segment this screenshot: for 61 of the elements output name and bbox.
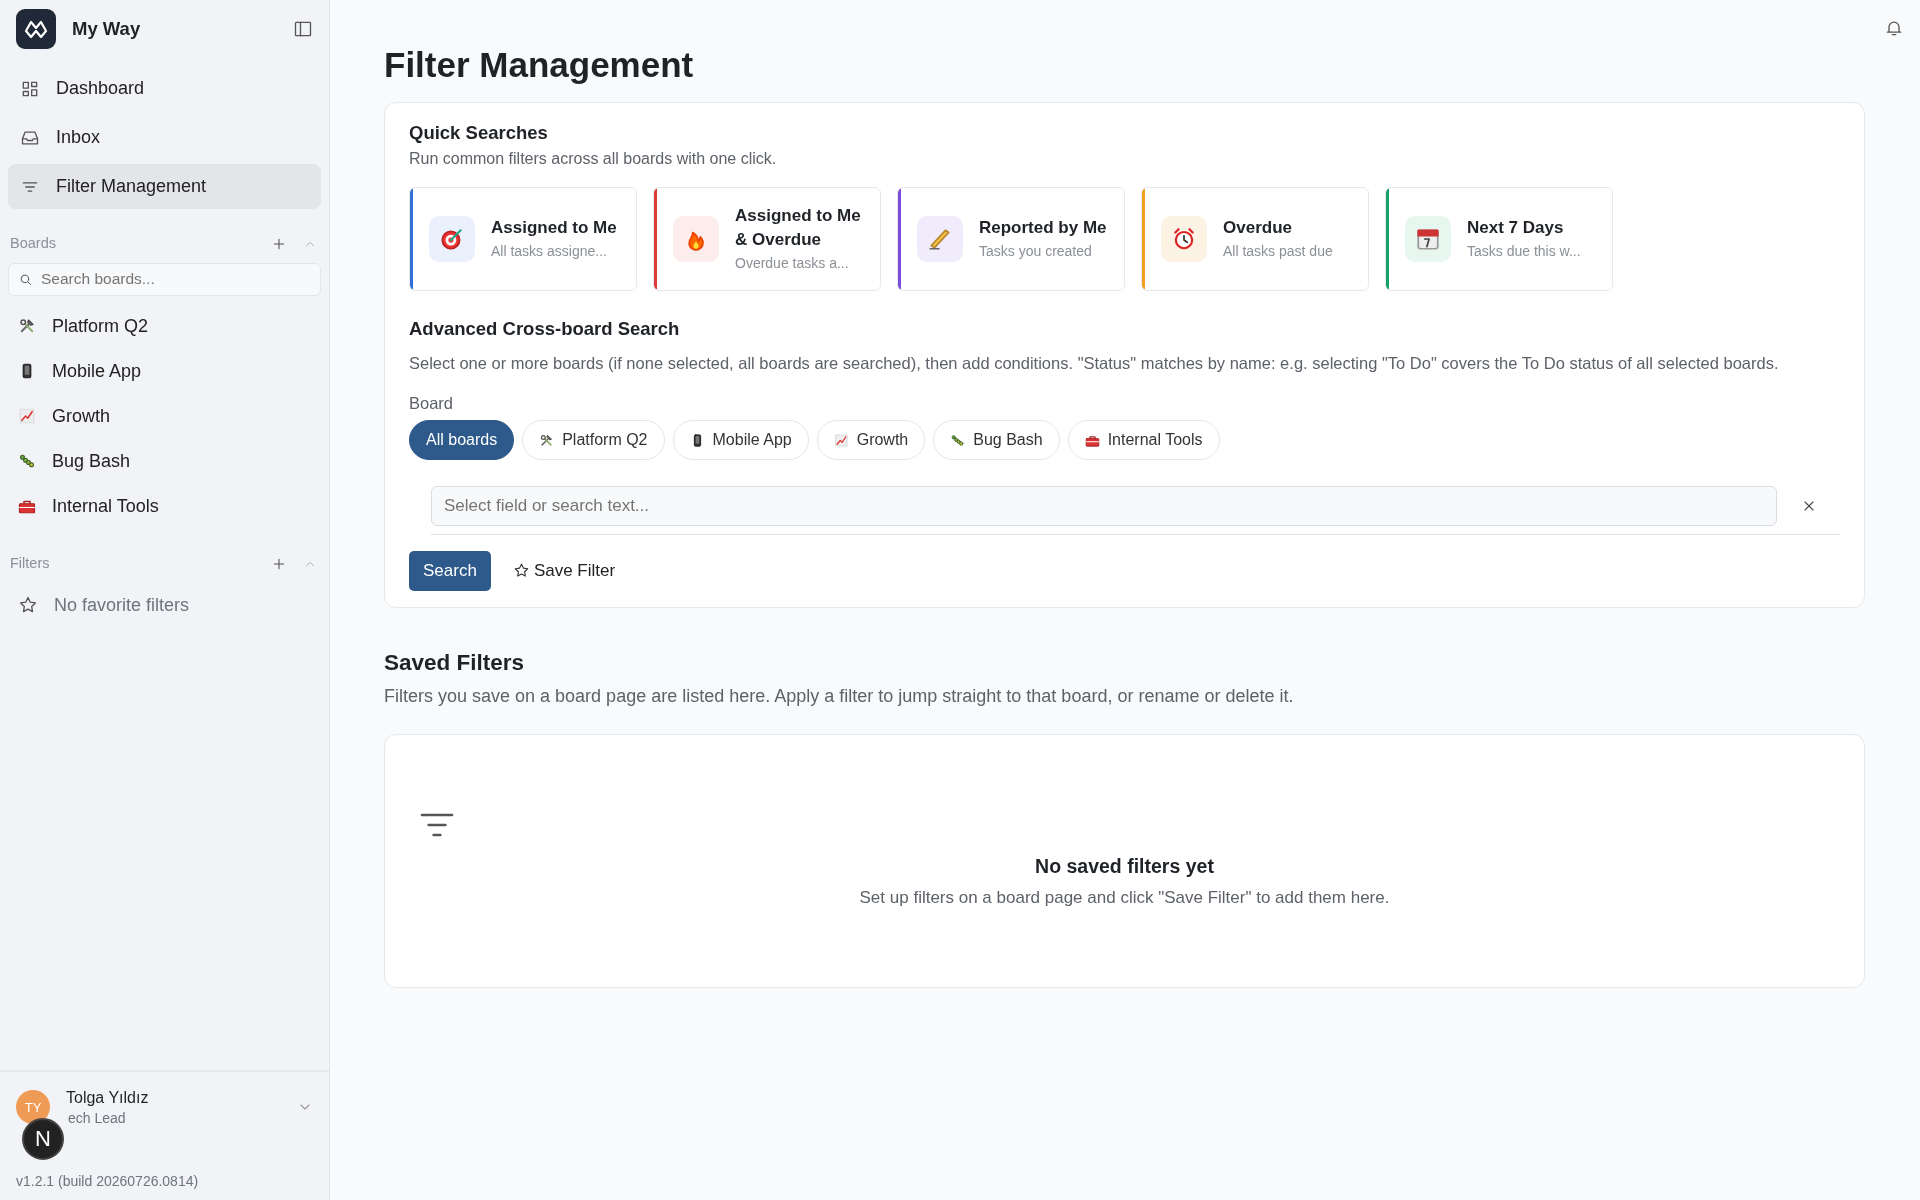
- section-title: Quick Searches: [409, 121, 549, 145]
- search-field[interactable]: Search boards...: [8, 262, 321, 296]
- chart-icon: [833, 432, 849, 448]
- logo-icon: [16, 9, 56, 49]
- section-subtitle: Run common filters across all boards with one click.: [409, 148, 778, 169]
- board-chip[interactable]: Growth: [816, 420, 926, 460]
- caterpillar-icon: [950, 432, 966, 448]
- nav-item[interactable]: Dashboard: [8, 66, 321, 111]
- app-name: My Way: [72, 17, 142, 42]
- alarm-clock-icon: [1171, 225, 1197, 252]
- tools-icon: [539, 432, 555, 448]
- field-label: Board: [409, 393, 455, 415]
- card-title: Overdue: [1223, 216, 1293, 239]
- empty-title: No saved filters yet: [1035, 853, 1214, 879]
- quick-search-card[interactable]: Reported by Me Tasks you created: [897, 186, 1125, 291]
- board-item[interactable]: Mobile App: [0, 348, 329, 394]
- board-item[interactable]: Internal Tools: [0, 483, 329, 529]
- board-chip[interactable]: Mobile App: [672, 420, 809, 460]
- quick-search-card[interactable]: Next 7 Days Tasks due this w...: [1385, 186, 1613, 291]
- chart-icon: [18, 407, 36, 426]
- card-description: All tasks past due: [1223, 241, 1333, 261]
- card-title: Assigned to Me: [491, 216, 617, 239]
- section-title: Boards: [10, 234, 57, 253]
- user-role: ech Lead: [67, 1109, 127, 1127]
- avatar: TY: [16, 1090, 50, 1125]
- card-description: Tasks due this w...: [1467, 241, 1581, 261]
- save-filter-button[interactable]: Save Filter: [506, 557, 622, 585]
- board-chip[interactable]: Bug Bash: [933, 420, 1060, 460]
- section-title: Advanced Cross-board Search: [409, 316, 681, 341]
- nav-item[interactable]: Inbox: [8, 115, 321, 160]
- board-chip[interactable]: Platform Q2: [522, 420, 665, 460]
- card-title: Next 7 Days: [1467, 216, 1565, 239]
- quick-search-card[interactable]: Assigned to Me All tasks assigne...: [409, 186, 637, 291]
- quick-search-card[interactable]: Assigned to Me & Overdue Overdue tasks a...: [653, 186, 881, 291]
- page-title: Filter Management: [384, 44, 695, 86]
- card-description: All tasks assigne...: [491, 241, 608, 261]
- board-item[interactable]: Bug Bash: [0, 438, 329, 484]
- card-description: Tasks you created: [979, 241, 1093, 261]
- board-chip[interactable]: Internal Tools: [1067, 420, 1220, 460]
- empty-text: Set up filters on a board page and click "Save Filter" to add them here.: [859, 887, 1390, 910]
- sidebar-toggle-icon[interactable]: [293, 19, 313, 39]
- card-title: Reported by Me: [979, 216, 1107, 239]
- section-description: Select one or more boards (if none selected, all boards are searched), then add conditions. "Status" matches by name: e.g. selecting "To Do" covers the To Do status of all selected boards.: [409, 352, 1780, 374]
- section-title: Filters: [10, 553, 51, 573]
- star-icon: [512, 562, 530, 580]
- board-item[interactable]: Growth: [0, 393, 329, 439]
- board-chip[interactable]: All boards: [409, 420, 515, 460]
- section-description: Filters you save on a board page are listed here. Apply a filter to jump straight to that board, or rename or delete it.: [384, 685, 1295, 709]
- user-name: Tolga Yıldız: [66, 1087, 150, 1108]
- search-button[interactable]: Search: [409, 551, 491, 591]
- card-description: Overdue tasks a...: [735, 253, 850, 273]
- star-icon: [18, 595, 38, 615]
- nav-item[interactable]: Filter Management: [8, 164, 321, 209]
- version-text: v1.2.1 (build 20260726.0814): [16, 1172, 200, 1191]
- board-item[interactable]: Platform Q2: [0, 303, 329, 349]
- dev-badge[interactable]: N: [22, 1117, 64, 1160]
- empty-text: No favorite filters: [54, 593, 190, 617]
- section-title: Saved Filters: [384, 648, 526, 677]
- card-title: Assigned to Me & Overdue: [735, 204, 862, 252]
- quick-search-card[interactable]: Overdue All tasks past due: [1141, 186, 1369, 291]
- input-field[interactable]: Select field or search text...: [431, 486, 1777, 526]
